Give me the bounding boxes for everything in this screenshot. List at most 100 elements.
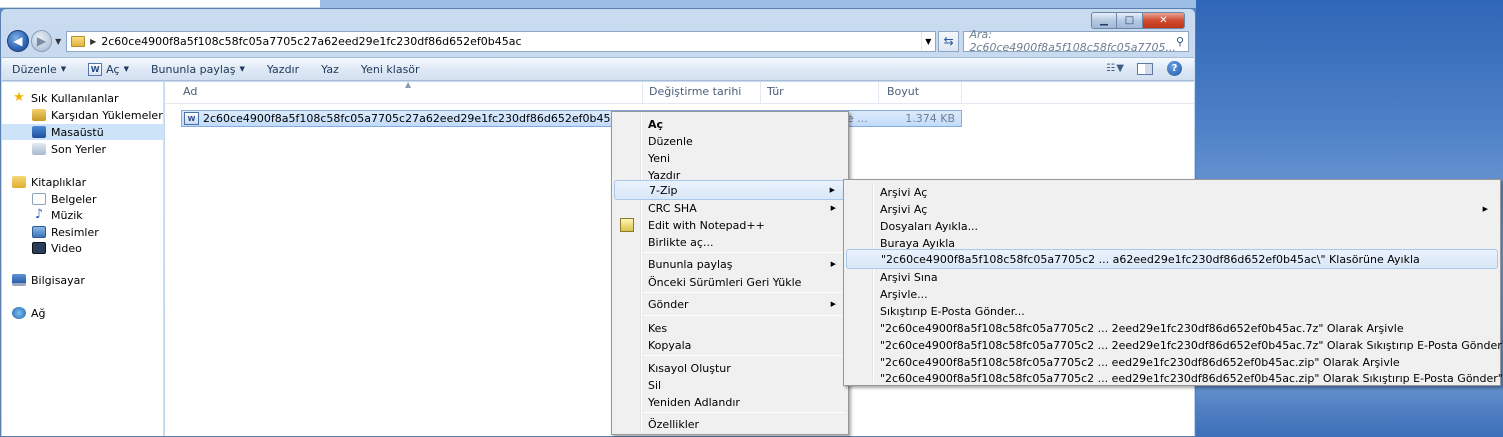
menu-open-with[interactable]: Birlikte aç...	[614, 232, 846, 252]
column-divider[interactable]	[760, 82, 761, 104]
preview-pane-icon[interactable]	[1137, 62, 1153, 75]
help-icon[interactable]: ?	[1167, 61, 1182, 76]
star-icon: ★	[13, 90, 25, 105]
nav-label: Video	[51, 241, 82, 255]
close-button[interactable]: ✕	[1143, 12, 1185, 29]
minimize-button[interactable]: ▁	[1091, 12, 1117, 29]
video-icon	[32, 242, 46, 254]
nav-desktop[interactable]: Masaüstü	[2, 124, 164, 140]
downloads-icon	[32, 109, 46, 121]
menu-share[interactable]: Bununla paylaş ▶	[614, 254, 846, 274]
menu-label: Arşivi Aç	[880, 202, 928, 216]
refresh-icon: ⇆	[943, 34, 954, 48]
menu-separator	[644, 355, 845, 356]
submenu-arrow-icon: ▶	[1482, 205, 1488, 213]
column-date[interactable]: Değiştirme tarihi	[649, 85, 741, 98]
breadcrumb-chevron-icon[interactable]: ▶	[90, 37, 96, 46]
refresh-button[interactable]: ⇆	[937, 30, 960, 52]
menu-label: Gönder	[648, 297, 689, 311]
address-path[interactable]: 2c60ce4900f8a5f108c58fc05a7705c27a62eed2…	[101, 35, 916, 48]
context-menu: Aç Düzenle Yeni Yazdır 7-Zip ▶ CRC SHA ▶ E…	[611, 111, 849, 435]
change-view-icon[interactable]: ☷ ▼	[1106, 63, 1124, 74]
nav-music[interactable]: ♪ Müzik	[2, 207, 164, 223]
column-header: ▲ Ad Değiştirme tarihi Tür Boyut	[165, 80, 1194, 104]
column-divider[interactable]	[961, 82, 962, 104]
desktop-icon	[32, 126, 46, 138]
new-folder-button[interactable]: Yeni klasör	[361, 63, 420, 76]
nav-label: Müzik	[51, 208, 83, 222]
menu-label: 7-Zip	[649, 183, 678, 197]
nav-pictures[interactable]: Resimler	[2, 224, 164, 240]
submenu-extract-to-folder[interactable]: "2c60ce4900f8a5f108c58fc05a7705c2 ... a6…	[846, 249, 1498, 269]
back-button[interactable]: ◀	[7, 30, 29, 52]
search-input[interactable]: Ara: 2c60ce4900f8a5f108c58fc05a7705... ⚲	[963, 28, 1190, 54]
nav-recent[interactable]: Son Yerler	[2, 141, 164, 157]
organize-label: Düzenle	[12, 62, 57, 76]
submenu-arrow-icon: ▶	[830, 204, 836, 212]
address-bar[interactable]: ▶ 2c60ce4900f8a5f108c58fc05a7705c27a62ee…	[66, 30, 936, 52]
window-controls: ▁ □ ✕	[1091, 12, 1185, 29]
menu-send-to[interactable]: Gönder ▶	[614, 294, 846, 314]
nav-videos[interactable]: Video	[2, 240, 164, 256]
search-icon[interactable]: ⚲	[1176, 35, 1184, 48]
menu-separator	[644, 412, 845, 413]
nav-libraries[interactable]: Kitaplıklar	[2, 174, 164, 190]
nav-label: Masaüstü	[51, 125, 104, 139]
nav-label: Son Yerler	[51, 142, 107, 156]
menu-separator	[644, 252, 845, 253]
menu-label: CRC SHA	[648, 201, 697, 215]
recent-places-icon	[32, 143, 46, 155]
organize-button[interactable]: Düzenle ▼	[12, 63, 66, 76]
submenu-arrow-icon: ▶	[829, 186, 835, 194]
dropdown-arrow-icon: ▼	[123, 65, 129, 73]
nav-favorites[interactable]: ★ Sık Kullanılanlar	[2, 90, 164, 106]
submenu-arrow-icon: ▶	[830, 300, 836, 308]
burn-button[interactable]: Yaz	[321, 63, 339, 76]
column-type[interactable]: Tür	[767, 85, 784, 98]
file-name: 2c60ce4900f8a5f108c58fc05a7705c27a62eed2…	[203, 112, 658, 125]
nav-downloads[interactable]: Karşıdan Yüklemeler	[2, 107, 164, 123]
forward-button[interactable]: ▶	[30, 30, 53, 52]
nav-label: Resimler	[51, 225, 99, 239]
menu-restore-versions[interactable]: Önceki Sürümleri Geri Yükle	[614, 272, 846, 292]
column-divider[interactable]	[642, 82, 643, 104]
network-icon	[12, 307, 26, 319]
file-size: 1.374 KB	[905, 112, 955, 125]
menu-separator	[644, 292, 845, 293]
menu-7zip[interactable]: 7-Zip ▶	[614, 180, 846, 200]
dropdown-arrow-icon: ▼	[239, 65, 245, 73]
menu-properties[interactable]: Özellikler	[614, 414, 846, 434]
command-bar: Düzenle ▼ W Aç ▼ Bununla paylaş ▼ Yazdır Yaz…	[2, 57, 1194, 81]
recent-pages-dropdown[interactable]: ▼	[52, 37, 64, 46]
column-size[interactable]: Boyut	[887, 85, 919, 98]
open-label: Aç	[106, 62, 120, 76]
submenu-email-zip[interactable]: "2c60ce4900f8a5f108c58fc05a7705c2 ... ee…	[846, 368, 1503, 388]
menu-label: Bununla paylaş	[648, 257, 733, 271]
nav-documents[interactable]: Belgeler	[2, 191, 164, 207]
print-button[interactable]: Yazdır	[267, 63, 299, 76]
pictures-icon	[32, 226, 46, 238]
open-button[interactable]: W Aç ▼	[88, 62, 129, 76]
maximize-button[interactable]: □	[1117, 12, 1143, 29]
share-button[interactable]: Bununla paylaş ▼	[151, 63, 245, 76]
menu-rename[interactable]: Yeniden Adlandır	[614, 392, 846, 412]
nav-computer[interactable]: Bilgisayar	[2, 272, 164, 288]
column-name[interactable]: Ad	[183, 85, 197, 98]
sort-arrow-icon: ▲	[405, 80, 412, 89]
nav-network[interactable]: Ağ	[2, 305, 164, 321]
address-dropdown-icon[interactable]: ▼	[920, 31, 935, 51]
nav-label: Kitaplıklar	[31, 175, 87, 189]
nav-label: Belgeler	[51, 192, 97, 206]
music-icon: ♪	[34, 207, 44, 222]
word-document-icon: W	[184, 112, 199, 125]
column-divider[interactable]	[878, 82, 879, 104]
address-row: ◀ ▶ ▼ ▶ 2c60ce4900f8a5f108c58fc05a7705c2…	[7, 28, 1190, 54]
menu-copy[interactable]: Kopyala	[614, 335, 846, 355]
nav-label: Ağ	[31, 306, 46, 320]
menu-label: Edit with Notepad++	[648, 218, 765, 232]
documents-icon	[32, 193, 46, 205]
desktop-strip-mid	[320, 0, 1196, 8]
nav-label: Bilgisayar	[31, 273, 85, 287]
dropdown-arrow-icon: ▼	[60, 65, 67, 73]
forward-arrow-icon: ▶	[36, 34, 47, 48]
